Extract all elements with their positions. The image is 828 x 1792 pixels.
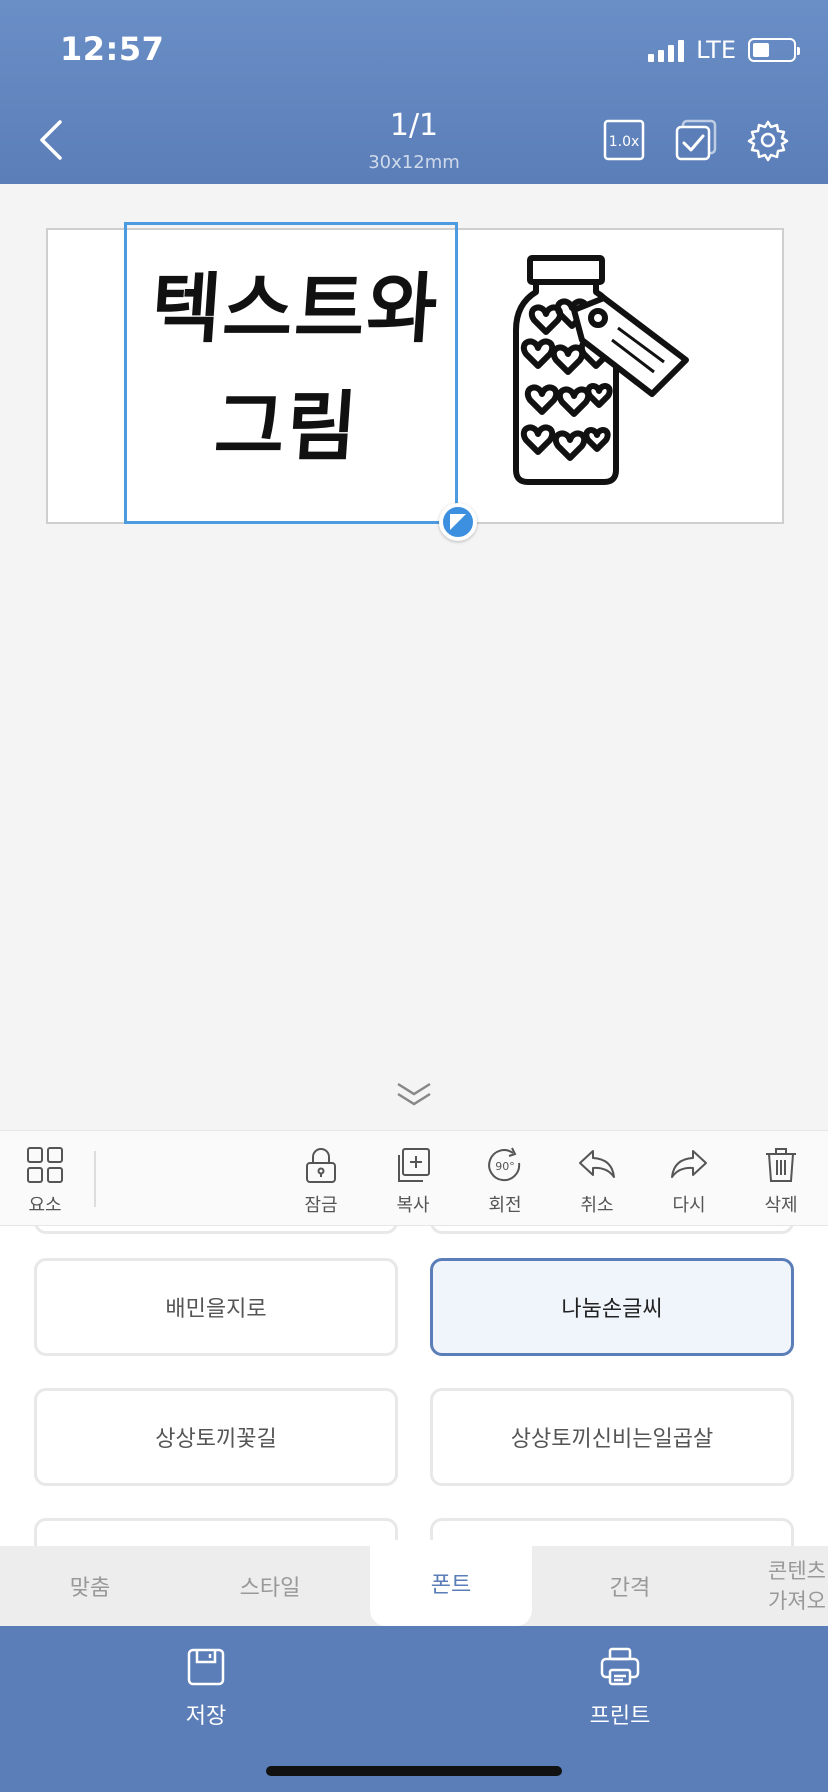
redo-button[interactable]: 다시 bbox=[654, 1145, 724, 1217]
heart-jar-icon[interactable] bbox=[506, 250, 696, 490]
elements-label: 요소 bbox=[28, 1195, 62, 1216]
status-time: 12:57 bbox=[60, 30, 165, 68]
undo-arrow-icon bbox=[579, 1150, 615, 1178]
selection-box[interactable] bbox=[124, 222, 458, 524]
tab-import-line1: 콘텐츠 bbox=[768, 1559, 826, 1583]
delete-button[interactable]: 삭제 bbox=[746, 1145, 816, 1217]
elements-button[interactable]: 요소 bbox=[10, 1145, 80, 1217]
font-options-panel: 배민을지로 나눔손글씨 상상토끼꽃길 상상토끼신비는일곱살 bbox=[0, 1226, 828, 1546]
font-option-partial[interactable] bbox=[34, 1226, 398, 1234]
font-option[interactable]: 상상토끼신비는일곱살 bbox=[430, 1388, 794, 1486]
rotate-badge: 90° bbox=[495, 1160, 515, 1173]
header: 12:57 LTE 1/1 30x12mm 1.0x bbox=[0, 0, 828, 184]
rotate-icon: 90° bbox=[488, 1147, 521, 1182]
save-button[interactable]: 저장 bbox=[146, 1646, 266, 1730]
status-indicators: LTE bbox=[648, 36, 800, 64]
redo-label: 다시 bbox=[672, 1195, 706, 1216]
copy-icon bbox=[398, 1148, 430, 1182]
rotate-label: 회전 bbox=[488, 1195, 522, 1216]
print-button[interactable]: 프린트 bbox=[560, 1646, 680, 1730]
font-option-partial[interactable] bbox=[34, 1518, 398, 1546]
tab-font[interactable]: 폰트 bbox=[370, 1540, 532, 1626]
redo-arrow-icon bbox=[671, 1150, 707, 1178]
copy-button[interactable]: 복사 bbox=[378, 1145, 448, 1217]
settings-gear-icon[interactable] bbox=[746, 118, 790, 162]
font-option-selected[interactable]: 나눔손글씨 bbox=[430, 1258, 794, 1356]
multi-select-icon[interactable] bbox=[674, 118, 718, 162]
tab-style[interactable]: 스타일 bbox=[180, 1546, 360, 1626]
collapse-chevron-icon[interactable] bbox=[394, 1080, 434, 1110]
zoom-level: 1.0x bbox=[609, 134, 640, 150]
save-icon bbox=[187, 1648, 225, 1686]
signal-icon bbox=[648, 38, 685, 62]
zoom-button[interactable]: 1.0x bbox=[602, 118, 646, 162]
grid-icon bbox=[27, 1147, 63, 1183]
font-option[interactable]: 상상토끼꽃길 bbox=[34, 1388, 398, 1486]
save-label: 저장 bbox=[185, 1704, 227, 1729]
edit-toolbar: 요소 잠금 복사 90° 회전 취소 다시 삭제 bbox=[0, 1130, 828, 1226]
printer-icon bbox=[600, 1647, 640, 1686]
font-option[interactable]: 배민을지로 bbox=[34, 1258, 398, 1356]
network-type: LTE bbox=[696, 36, 736, 64]
tab-import-line2: 가져오 bbox=[768, 1589, 826, 1613]
lock-icon bbox=[306, 1148, 336, 1183]
trash-icon bbox=[766, 1148, 796, 1182]
font-option-partial[interactable] bbox=[430, 1226, 794, 1234]
battery-icon bbox=[748, 38, 800, 62]
tab-import-content[interactable]: 콘텐츠 가져오 bbox=[750, 1546, 828, 1626]
resize-handle-icon[interactable] bbox=[439, 503, 477, 541]
lock-button[interactable]: 잠금 bbox=[286, 1145, 356, 1217]
undo-button[interactable]: 취소 bbox=[562, 1145, 632, 1217]
rotate-button[interactable]: 90° 회전 bbox=[470, 1145, 540, 1217]
print-label: 프린트 bbox=[589, 1704, 651, 1729]
toolbar-divider bbox=[94, 1151, 96, 1207]
lock-label: 잠금 bbox=[304, 1195, 338, 1216]
copy-label: 복사 bbox=[396, 1195, 430, 1216]
home-indicator bbox=[266, 1766, 562, 1776]
tab-spacing[interactable]: 간격 bbox=[540, 1546, 720, 1626]
delete-label: 삭제 bbox=[764, 1195, 798, 1216]
property-tabs: 맞춤 스타일 폰트 간격 콘텐츠 가져오 bbox=[0, 1540, 828, 1626]
undo-label: 취소 bbox=[580, 1195, 614, 1216]
tab-fit[interactable]: 맞춤 bbox=[0, 1546, 180, 1626]
